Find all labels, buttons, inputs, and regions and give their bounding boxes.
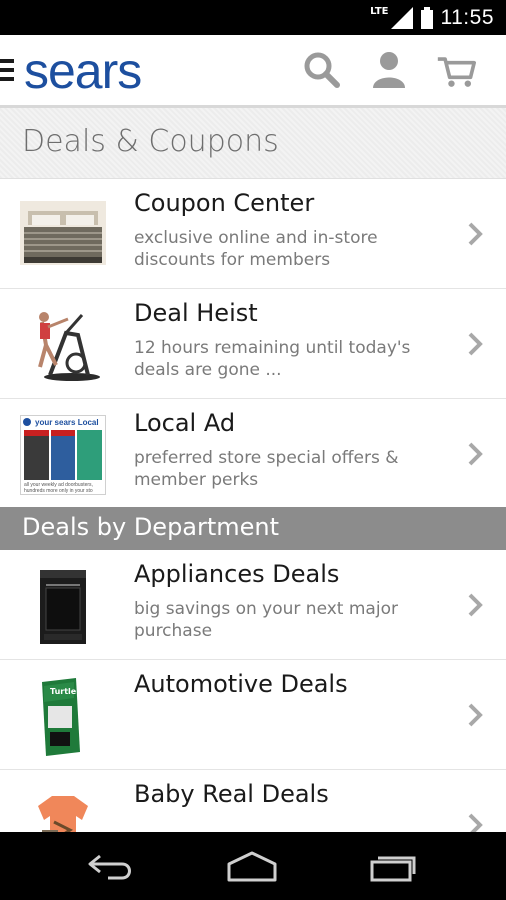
page-title-bar: Deals & Coupons [0,108,506,179]
row-title: Local Ad [134,409,236,437]
account-icon[interactable] [369,50,409,90]
row-subtitle: big savings on your next major purchase [134,599,398,641]
system-nav-bar [0,832,506,900]
chevron-right-icon [468,593,483,617]
ad-tile [77,430,103,480]
recent-apps-icon[interactable] [368,850,420,884]
row-title: Baby Real Deals [134,780,329,808]
sears-logo[interactable]: sears [24,41,142,101]
cart-icon[interactable] [436,50,476,90]
page-title: Deals & Coupons [22,124,279,159]
elliptical-image [20,305,106,385]
row-subtitle: exclusive online and in-store discounts … [134,228,378,270]
list-item-automotive-deals[interactable]: Turtle Automotive Deals [0,660,506,770]
row-subtitle: preferred store special offers & member … [134,448,399,490]
app-bar: sears [0,35,506,108]
local-ad-image: your sears Local all your weekly ad door… [20,415,106,495]
section-title: Deals by Department [22,513,280,541]
chevron-right-icon [468,332,483,356]
row-title: Automotive Deals [134,670,348,698]
location-pin-icon [23,418,31,426]
chevron-right-icon [468,442,483,466]
back-icon[interactable] [86,850,138,884]
list-item-local-ad[interactable]: your sears Local all your weekly ad door… [0,399,506,509]
ad-tile [50,430,76,480]
status-bar: LTE 11:55 [0,0,506,35]
row-title: Coupon Center [134,189,315,217]
ad-footer-text: all your weekly ad doorbusters, hundreds… [24,482,93,494]
menu-icon[interactable] [0,59,14,81]
stove-image [20,566,106,646]
automotive-product-image: Turtle [20,676,106,756]
section-header: Deals by Department [0,507,506,550]
chevron-right-icon [468,703,483,727]
product-brand-text: Turtle [50,687,77,696]
battery-icon [420,6,433,29]
ad-tile [24,430,49,480]
bed-image [20,195,106,275]
search-icon[interactable] [302,50,342,90]
chevron-right-icon [468,222,483,246]
list-item-appliances-deals[interactable]: Appliances Deals big savings on your nex… [0,550,506,660]
network-type: LTE [370,6,389,17]
home-icon[interactable] [226,850,278,884]
list-item-coupon-center[interactable]: Coupon Center exclusive online and in-st… [0,179,506,289]
clock: 11:55 [440,5,494,29]
row-title: Deal Heist [134,299,258,327]
ad-header-text: your sears Local [35,418,99,427]
row-title: Appliances Deals [134,560,340,588]
signal-icon [390,6,413,29]
list-item-deal-heist[interactable]: Deal Heist 12 hours remaining until toda… [0,289,506,399]
row-subtitle: 12 hours remaining until today's deals a… [134,338,411,380]
